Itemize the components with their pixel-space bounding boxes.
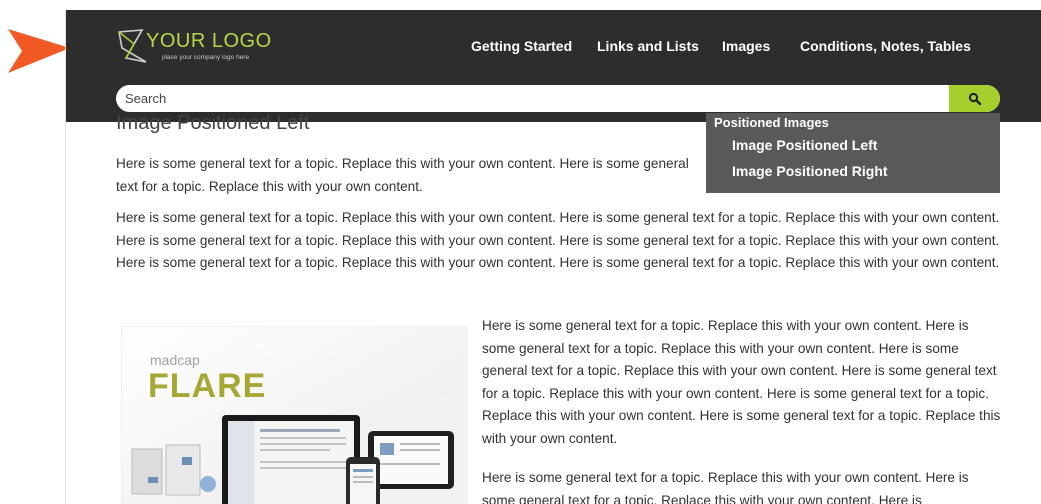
search-bar	[116, 85, 1000, 112]
logo-subtitle: place your company logo here	[162, 54, 250, 61]
nav-links-and-lists[interactable]: Links and Lists	[597, 38, 699, 54]
brand-small: madcap	[150, 352, 200, 368]
flare-product-image: madcap FLARE	[121, 326, 468, 504]
paragraph-2: Here is some general text for a topic. R…	[116, 210, 1000, 271]
search-input[interactable]	[116, 85, 945, 112]
page-frame: YOUR LOGO place your company logo here G…	[66, 10, 1041, 504]
nav-getting-started[interactable]: Getting Started	[471, 38, 572, 54]
menu-item-image-positioned-right[interactable]: Image Positioned Right	[732, 163, 888, 179]
page-title: Image Positioned Left	[116, 112, 310, 134]
brand-big: FLARE	[148, 367, 266, 405]
paragraph-3: Here is some general text for a topic. R…	[482, 318, 1001, 446]
arrow-pointer-icon	[8, 29, 70, 73]
menu-item-image-positioned-left[interactable]: Image Positioned Left	[732, 137, 877, 153]
search-icon	[968, 92, 981, 105]
menu-section-positioned-images[interactable]: Positioned Images	[714, 115, 829, 130]
search-button[interactable]	[949, 85, 1000, 112]
nav-images[interactable]: Images	[722, 38, 770, 54]
paragraph-1: Here is some general text for a topic. R…	[116, 156, 689, 194]
nav-conditions-notes-tables[interactable]: Conditions, Notes, Tables	[800, 38, 971, 54]
logo-text: YOUR LOGO	[146, 30, 272, 52]
paragraph-4: Here is some general text for a topic. R…	[482, 470, 969, 504]
logo-mark-icon	[118, 29, 147, 63]
devices-illustration-icon: madcap FLARE	[122, 327, 468, 504]
side-menu: Positioned Images Image Positioned Left …	[706, 113, 1000, 193]
